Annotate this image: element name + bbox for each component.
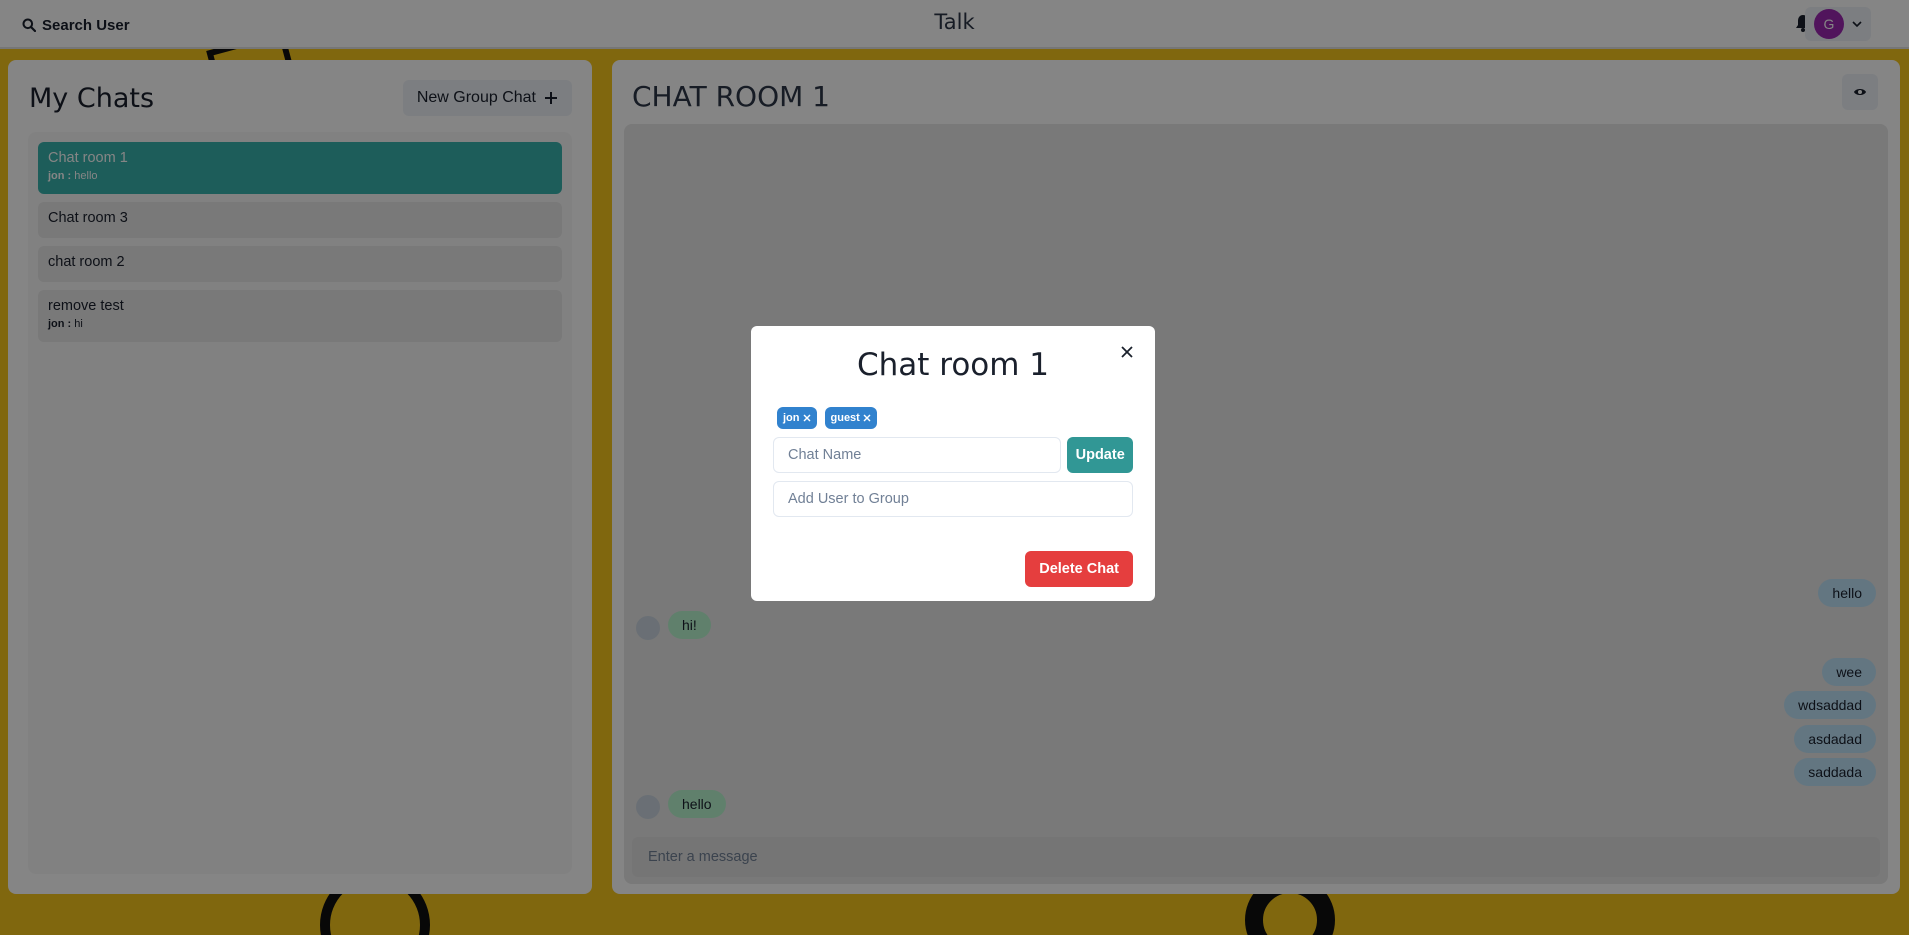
modal-title: Chat room 1 <box>856 347 1050 383</box>
close-icon <box>1121 346 1133 358</box>
update-button[interactable]: Update <box>1067 437 1133 473</box>
member-name: guest <box>830 412 860 424</box>
delete-chat-button[interactable]: Delete Chat <box>1025 551 1133 587</box>
group-chat-settings-modal: Chat room 1 jon guest Update Delete Chat <box>751 326 1155 601</box>
remove-member-icon[interactable] <box>803 414 811 422</box>
chat-name-input[interactable] <box>773 437 1062 473</box>
member-badge[interactable]: guest <box>824 407 877 429</box>
remove-member-icon[interactable] <box>863 414 871 422</box>
add-user-input[interactable] <box>773 481 1133 517</box>
member-badges: jon guest <box>773 407 1133 429</box>
close-modal-button[interactable] <box>1115 340 1139 364</box>
member-name: jon <box>783 412 800 424</box>
member-badge[interactable]: jon <box>777 407 817 429</box>
